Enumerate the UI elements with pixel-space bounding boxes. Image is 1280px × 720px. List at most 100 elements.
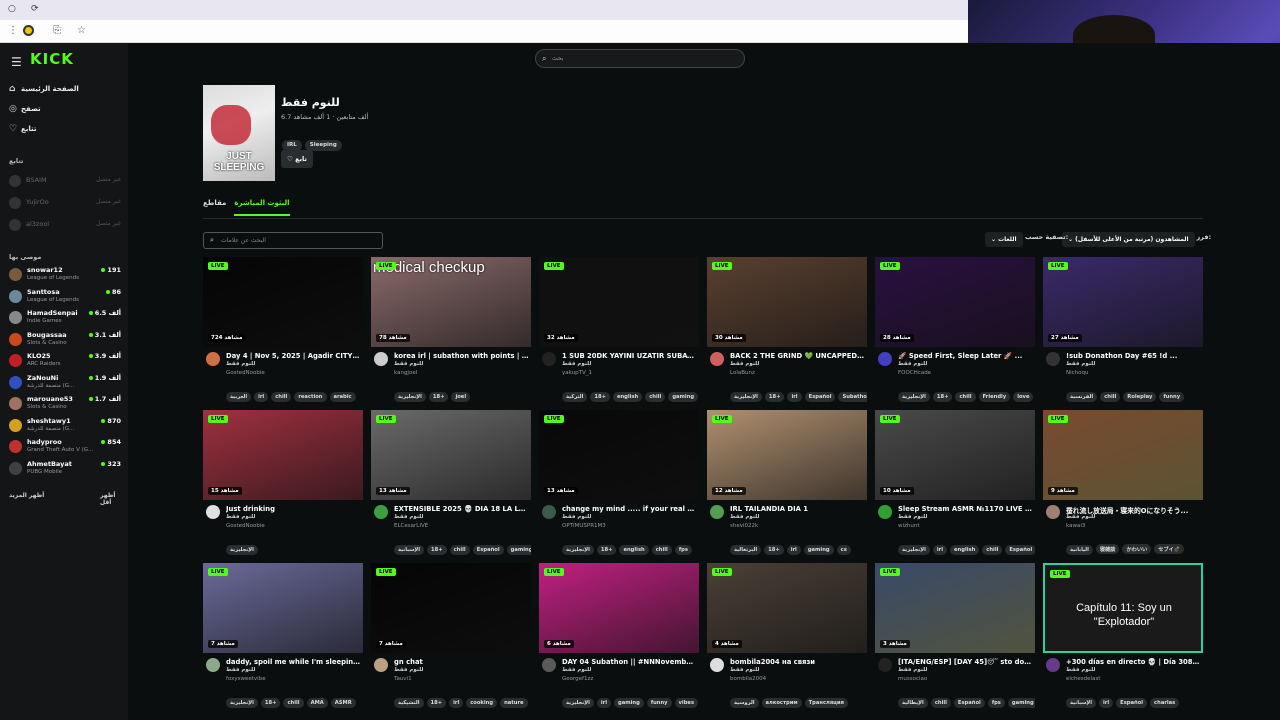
stream-thumbnail[interactable]: LIVE 724 مشاهد — [203, 257, 363, 347]
reload-icon[interactable]: ⟳ — [31, 4, 39, 14]
stream-tag[interactable]: セブイ💣 — [1154, 544, 1185, 554]
streamer-name[interactable]: wizhunt — [898, 523, 920, 529]
bookmark-star-icon[interactable]: ☆ — [77, 25, 86, 36]
stream-tag[interactable]: english — [950, 545, 980, 555]
stream-thumbnail[interactable]: LIVE 28 مشاهد — [875, 257, 1035, 347]
nav-home[interactable]: ⌂ الصفحة الرئيسية — [9, 84, 79, 94]
avatar[interactable] — [206, 658, 220, 672]
stream-category[interactable]: للنوم فقط — [1066, 514, 1095, 520]
show-more-link[interactable]: أظهر المزيد — [9, 492, 44, 499]
recommended-channel[interactable]: marouane53 Slots & Casino 1.7 ألف — [9, 394, 121, 414]
stream-tag[interactable]: reaction — [294, 392, 327, 402]
recommended-channel[interactable]: ZaNouNi منصمة للدرشة (G... 1.9 ألف — [9, 373, 121, 393]
stream-title[interactable]: Sleep Stream ASMR №1170 LIVE 5.11... — [898, 505, 1033, 513]
stream-tag[interactable]: الإيطالية — [898, 698, 928, 708]
stream-title[interactable]: change my mind ..... if your real com... — [562, 505, 697, 513]
stream-tag[interactable]: gaming — [803, 545, 834, 555]
stream-tag[interactable]: الإنجليزية — [730, 392, 762, 402]
stream-title[interactable]: 1 SUB 20DK YAYINI UZATIR SUBATH... — [562, 352, 697, 360]
stream-tag[interactable]: charlas — [1150, 698, 1180, 708]
avatar[interactable] — [878, 505, 892, 519]
stream-card[interactable]: LIVE 6 مشاهد DAY 04 Subathon || #NNNovembe… — [539, 563, 699, 711]
stream-tag[interactable]: irl — [254, 392, 269, 402]
stream-tag[interactable]: الإنجليزية — [226, 698, 258, 708]
streamer-name[interactable]: shevi022k — [730, 523, 758, 529]
stream-title[interactable]: daddy, spoil me while I'm sleeping... — [226, 658, 361, 666]
stream-card[interactable]: LIVE 9 مشاهد 蚕れ流し放送局・寝来的Oになりそう... للنوم فقط… — [1043, 410, 1203, 558]
stream-card[interactable]: LIVE 13 مشاهد change my mind ..... if your… — [539, 410, 699, 558]
stream-tag[interactable]: 18+ — [426, 698, 447, 708]
stream-tag[interactable]: arabic — [329, 392, 356, 402]
stream-card[interactable]: LIVE 3 مشاهد [ITA/ENG/ESP] [DAY 45]😴 sto d… — [875, 563, 1035, 711]
stream-tag[interactable]: Español — [1116, 698, 1148, 708]
streamer-name[interactable]: Georgef1zz — [562, 676, 593, 682]
language-filter-dropdown[interactable]: ⌄ اللغات — [985, 232, 1023, 247]
stream-tag[interactable]: 18+ — [932, 392, 953, 402]
stream-card[interactable]: LIVE 7 مشاهد gn chat للنوم فقط Tauvi1 التشيكي… — [371, 563, 531, 711]
stream-title[interactable]: +300 días en directo 💀 | Día 308/3... — [1066, 658, 1201, 666]
stream-card[interactable]: LIVE 32 مشاهد 1 SUB 20DK YAYINI UZATIR SUB… — [539, 257, 699, 405]
address-bar[interactable]: ⋮ ⎘ ☆ — [0, 20, 968, 43]
stream-tag[interactable]: chill — [449, 545, 470, 555]
stream-card[interactable]: LIVE 13 مشاهد EXTENSIBLE 2025 💀 DIA 18 LA … — [371, 410, 531, 558]
avatar[interactable] — [206, 352, 220, 366]
avatar[interactable] — [1046, 658, 1060, 672]
streamer-name[interactable]: OPTIMUSPR1M3 — [562, 523, 606, 529]
avatar[interactable] — [710, 352, 724, 366]
stream-tag[interactable]: gaming — [668, 392, 699, 402]
stream-tag[interactable]: алкострим — [761, 698, 802, 708]
recommended-channel[interactable]: hadyproo Grand Theft Auto V (G... 854 — [9, 437, 121, 457]
show-less-link[interactable]: أظهر أقل — [100, 492, 128, 506]
stream-card[interactable]: LIVE 724 مشاهد Day 4 | Nov 5, 2025 | Agadi… — [203, 257, 363, 405]
streamer-name[interactable]: ELCesarLIVE — [394, 523, 428, 529]
stream-tag[interactable]: الإنجليزية — [562, 698, 594, 708]
stream-category[interactable]: للنوم فقط — [1066, 667, 1095, 673]
stream-tag[interactable]: joel — [451, 392, 471, 402]
stream-tag[interactable]: Friendly — [978, 392, 1011, 402]
nav-browse[interactable]: ◎ تصفح — [9, 104, 41, 114]
stream-tag[interactable]: 18+ — [428, 392, 449, 402]
stream-card[interactable]: medical checkup LIVE 78 مشاهد korea irl | s… — [371, 257, 531, 405]
stream-tag[interactable]: fps — [674, 545, 692, 555]
stream-category[interactable]: للنوم فقط — [226, 667, 255, 673]
stream-category[interactable]: للنوم فقط — [1066, 361, 1095, 367]
stream-tag[interactable]: اليابانية — [1066, 545, 1093, 555]
streamer-name[interactable]: GostedNoobie — [226, 370, 265, 376]
avatar[interactable] — [374, 352, 388, 366]
stream-thumbnail[interactable]: LIVE 30 مشاهد — [707, 257, 867, 347]
stream-tag[interactable]: Español — [953, 698, 985, 708]
stream-category[interactable]: للنوم فقط — [562, 361, 591, 367]
stream-tag[interactable]: cs — [836, 545, 851, 555]
stream-tag[interactable]: irl — [932, 545, 948, 555]
stream-category[interactable]: للنوم فقط — [394, 514, 423, 520]
stream-tag[interactable]: Español — [472, 545, 504, 555]
stream-tag[interactable]: 18+ — [590, 392, 610, 402]
stream-title[interactable]: BACK 2 THE GRIND 💚 UNCAPPED ... — [730, 352, 865, 360]
stream-card[interactable]: LIVE 12 مشاهد IRL TAILANDIA DIA 1 للنوم فقط… — [707, 410, 867, 558]
stream-tag[interactable]: الإنجليزية — [394, 392, 426, 402]
streamer-name[interactable]: elchesdelast — [1066, 676, 1100, 682]
stream-card[interactable]: Capítulo 11: Soy un "Explotador" LIVE +300… — [1043, 563, 1203, 711]
stream-tag[interactable]: 寝雑談 — [1095, 544, 1120, 554]
avatar[interactable] — [710, 505, 724, 519]
recommended-channel[interactable]: KLO25 ARC Raiders 3.9 ألف — [9, 351, 121, 371]
stream-tag[interactable]: gaming — [506, 545, 531, 555]
stream-category[interactable]: للنوم فقط — [394, 667, 423, 673]
stream-thumbnail[interactable]: LIVE 15 مشاهد — [203, 410, 363, 500]
menu-dots-icon[interactable]: ⋮ — [8, 25, 18, 36]
stream-tag[interactable]: البرتغالية — [730, 545, 762, 555]
stream-title[interactable]: IRL TAILANDIA DIA 1 — [730, 505, 865, 513]
stream-thumbnail[interactable]: LIVE 13 مشاهد — [371, 410, 531, 500]
stream-thumbnail[interactable]: LIVE 10 مشاهد — [875, 410, 1035, 500]
stream-category[interactable]: للنوم فقط — [898, 514, 927, 520]
stream-title[interactable]: [ITA/ENG/ESP] [DAY 45]😴 sto dorm... — [898, 658, 1033, 666]
stream-tag[interactable]: chill — [1100, 392, 1121, 402]
stream-tag[interactable]: cooking — [466, 698, 498, 708]
nav-following[interactable]: ♡ تتابع — [9, 124, 37, 134]
stream-tag[interactable]: chill — [930, 698, 951, 708]
stream-title[interactable]: !sub Donathon Day #65 !d ... — [1066, 352, 1201, 360]
sort-dropdown[interactable]: ⌄ المشاهدون (مرتبة من الأعلى للأسفل) — [1062, 232, 1195, 247]
stream-thumbnail[interactable]: LIVE 7 مشاهد — [371, 563, 531, 653]
stream-tag[interactable]: irl — [449, 698, 464, 708]
recommended-channel[interactable]: Santtosa League of Legends 86 — [9, 287, 121, 307]
